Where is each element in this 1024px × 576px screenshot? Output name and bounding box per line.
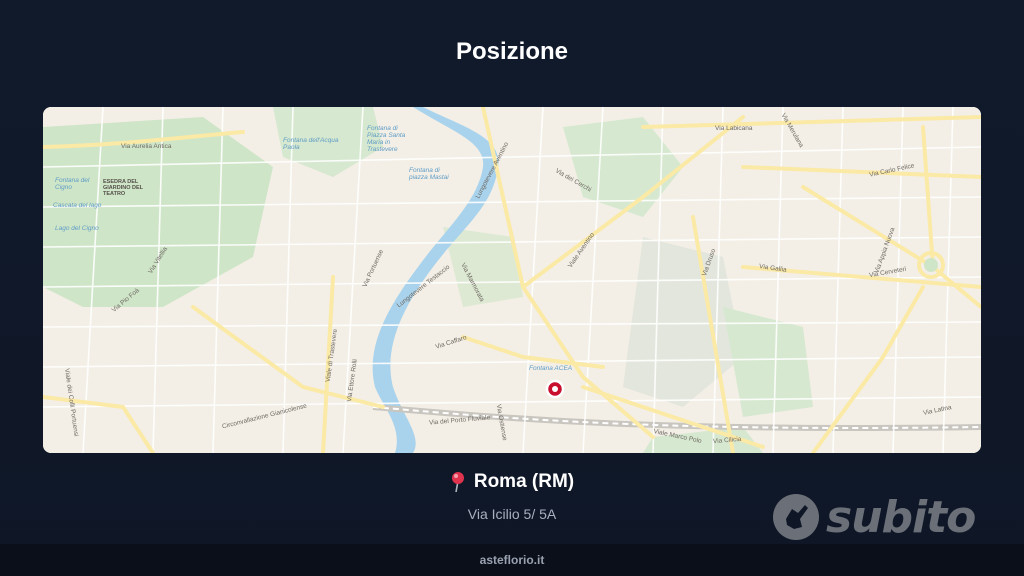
map-label: Fontana di Piazza Santa Maria in Trastev… [367,125,406,153]
map-label: Via Labicana [715,125,753,132]
footer-site[interactable]: asteflorio.it [480,553,545,567]
location-city-row: Roma (RM) [450,471,574,493]
location-city: Roma (RM) [473,471,575,492]
red-pushpin-icon [451,472,464,493]
map-label: Cascata del lago [53,202,102,209]
page-title: Posizione [455,38,569,65]
map-label: Fontana di piazza Mastai [409,167,449,181]
map-label: Fontana dell'Acqua Paola [283,137,339,151]
map-marker-icon[interactable] [545,379,565,399]
location-map[interactable]: Via Aurelia Antica Fontana dell'Acqua Pa… [43,107,981,453]
map-label: ESEDRA DEL GIARDINO DEL TEATRO [103,179,143,197]
map-label: Lago del Cigno [55,225,99,232]
subito-wordmark: subito [826,491,976,543]
map-label: Fontana del Cigno [55,177,90,191]
subito-hand-icon [773,494,819,540]
map-label: Via Aurelia Antica [121,143,172,150]
footer: asteflorio.it [0,544,1024,576]
map-label: Fontana ACEA [529,365,573,372]
subito-logo: subito [772,490,977,544]
map-tiles [43,107,981,453]
